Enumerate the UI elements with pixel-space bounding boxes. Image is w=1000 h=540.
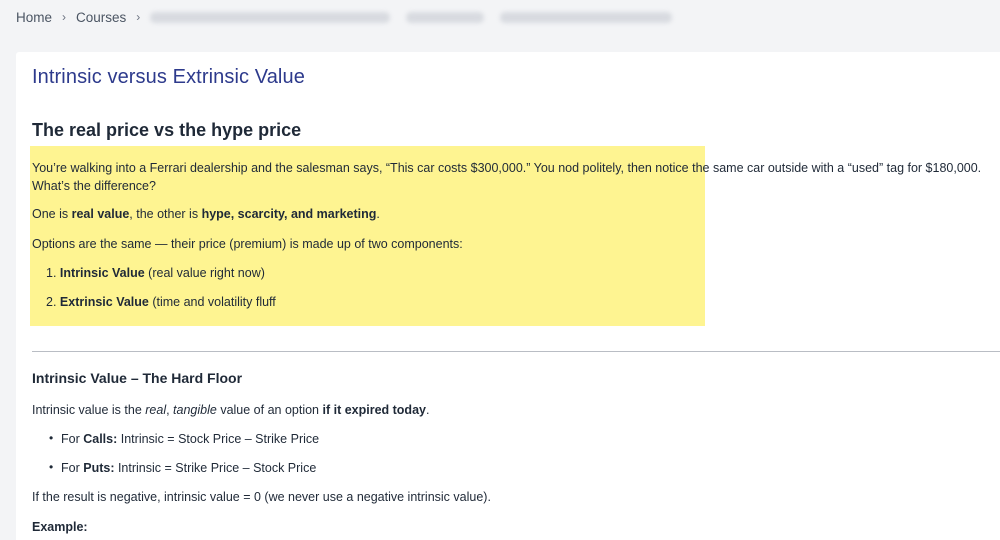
bullet-dot-icon: • xyxy=(49,460,54,474)
breadcrumb-courses[interactable]: Courses xyxy=(76,10,126,25)
italic-tangible: tangible xyxy=(173,403,217,417)
italic-real: real xyxy=(145,403,167,417)
real-value-paragraph: One is real value, the other is hype, sc… xyxy=(32,205,380,224)
list-item: 2. Extrinsic Value (time and volatility … xyxy=(46,293,276,312)
breadcrumb-redacted-course[interactable] xyxy=(150,11,391,23)
text-run: value of an option xyxy=(216,403,323,417)
breadcrumb-redacted-lesson xyxy=(500,11,673,23)
breadcrumb-redacted-module[interactable] xyxy=(406,11,485,23)
text-run: . xyxy=(425,403,430,417)
text-run: One is xyxy=(32,207,72,221)
breadcrumb-home[interactable]: Home xyxy=(16,10,52,25)
text-run: , xyxy=(166,403,174,417)
lesson-content: Intrinsic versus Extrinsic Value The rea… xyxy=(16,52,1000,540)
list-item: 1. Intrinsic Value (real value right now… xyxy=(46,264,265,283)
intro-paragraph-line1: You’re walking into a Ferrari dealership… xyxy=(32,161,982,175)
section-heading-real-vs-hype: The real price vs the hype price xyxy=(32,120,302,140)
section-divider xyxy=(32,351,1000,352)
bold-hype: hype, scarcity, and marketing xyxy=(201,207,377,221)
section-heading-intrinsic: Intrinsic Value – The Hard Floor xyxy=(32,370,243,386)
list-item: For Calls: Intrinsic = Stock Price – Str… xyxy=(61,430,319,449)
list-number: 1. xyxy=(46,266,57,280)
list-item-text: (real value right now) xyxy=(144,266,265,280)
text-run: For xyxy=(61,432,84,446)
intrinsic-intro-paragraph: Intrinsic value is the real, tangible va… xyxy=(32,401,429,420)
text-run: . xyxy=(376,207,380,221)
list-item-bold: Extrinsic Value xyxy=(59,295,149,309)
chevron-right-icon: › xyxy=(136,10,141,24)
chevron-right-icon: › xyxy=(62,10,67,24)
bold-real-value: real value xyxy=(71,207,130,221)
list-item-bold: Intrinsic Value xyxy=(59,266,145,280)
bold-if-expired: if it expired today xyxy=(322,403,426,417)
intro-paragraph-line2: What’s the difference? xyxy=(32,179,156,193)
page-title: Intrinsic versus Extrinsic Value xyxy=(32,66,305,88)
text-run: , the other is xyxy=(129,207,202,221)
list-item-text: (time and volatility fluff xyxy=(148,295,276,309)
bold-calls: Calls: xyxy=(83,432,118,446)
list-number: 2. xyxy=(46,295,57,309)
bold-puts: Puts: xyxy=(83,461,115,475)
text-run: Intrinsic value is the xyxy=(32,403,146,417)
options-paragraph: Options are the same — their price (prem… xyxy=(32,237,463,251)
list-item-text: Intrinsic = Strike Price – Stock Price xyxy=(114,461,317,475)
breadcrumb: Home › Courses › xyxy=(16,8,673,26)
text-run: For xyxy=(61,461,84,475)
negative-note-paragraph: If the result is negative, intrinsic val… xyxy=(32,490,491,504)
bullet-dot-icon: • xyxy=(49,431,54,445)
example-label: Example: xyxy=(32,520,88,534)
list-item-text: Intrinsic = Stock Price – Strike Price xyxy=(117,432,320,446)
list-item: For Puts: Intrinsic = Strike Price – Sto… xyxy=(61,459,316,478)
